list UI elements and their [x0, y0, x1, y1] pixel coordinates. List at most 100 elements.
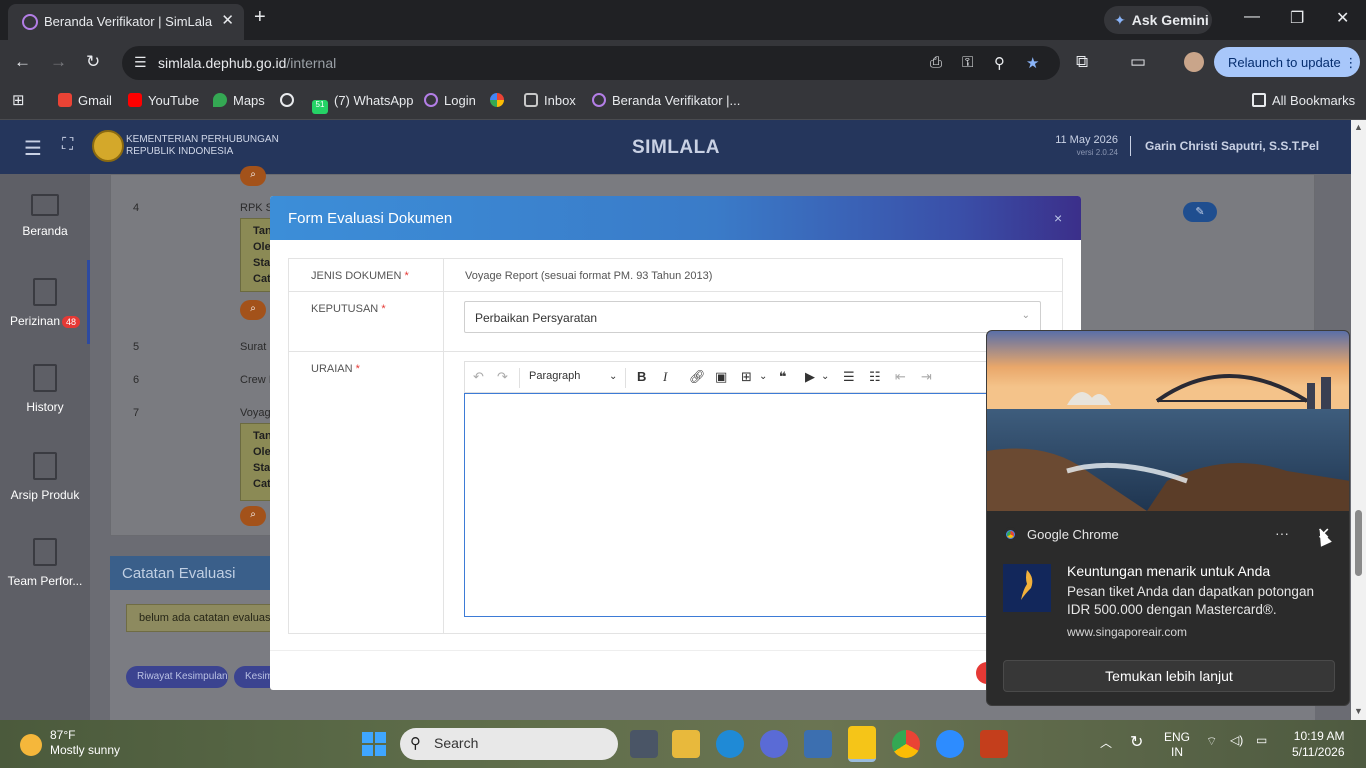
edit-button[interactable]: ✎ [1183, 202, 1217, 222]
site-info-icon[interactable]: ☰ [134, 54, 147, 71]
sidebar-item-arsip[interactable]: Arsip Produk [0, 452, 90, 502]
sidebar-item-perizinan[interactable]: Perizinan 48 [0, 278, 90, 328]
more-options-icon[interactable]: ··· [1275, 525, 1289, 541]
show-hidden-icons[interactable]: ︿ [1100, 734, 1112, 751]
tab-close-icon[interactable]: ✕ [221, 11, 234, 29]
modal-close-icon[interactable]: × [1054, 210, 1062, 226]
extensions-icon[interactable]: ⧉ [1076, 52, 1088, 72]
app-header: ☰ ⛶ KEMENTERIAN PERHUBUNGAN REPUBLIK INDO… [0, 120, 1351, 174]
link-icon[interactable]: 🔗︎ [689, 369, 706, 385]
outdent-icon[interactable]: ⇤ [895, 369, 906, 385]
sidebar-item-beranda[interactable]: Beranda [0, 194, 90, 238]
scroll-thumb[interactable] [1355, 510, 1362, 576]
edge-icon[interactable] [716, 730, 744, 758]
install-app-icon[interactable]: ⎙ [930, 54, 942, 71]
forward-icon[interactable]: → [50, 52, 67, 72]
bookmark-label: (7) WhatsApp [334, 93, 414, 108]
minimize-icon[interactable]: — [1244, 8, 1260, 26]
all-bookmarks[interactable]: All Bookmarks [1252, 93, 1355, 108]
back-icon[interactable]: ← [14, 52, 31, 72]
format-label: Paragraph [529, 370, 581, 382]
media-embed-icon[interactable]: ▶ [805, 369, 815, 385]
chrome-taskbar-icon[interactable] [892, 730, 920, 758]
insert-image-icon[interactable]: ▣ [715, 369, 727, 385]
bookmark-youtube[interactable]: YouTube [128, 93, 199, 108]
reload-icon[interactable]: ↻ [86, 52, 100, 72]
new-tab-icon[interactable]: + [254, 6, 266, 29]
url-text: simlala.dephub.go.id/internal [158, 55, 336, 71]
bookmark-star-icon[interactable]: ★ [1026, 54, 1039, 72]
more-menu-icon: ⋮ [1344, 55, 1358, 70]
bookmark-gmail[interactable]: Gmail [58, 93, 112, 108]
redo-icon[interactable]: ↷ [497, 369, 508, 385]
bookmark-login[interactable]: Login [424, 93, 476, 108]
required-mark: * [404, 270, 409, 282]
scroll-down-icon[interactable]: ▼ [1354, 706, 1363, 716]
airline-bird-icon [1021, 570, 1033, 600]
riwayat-kesimpulan-button[interactable]: Riwayat Kesimpulan [126, 666, 228, 688]
undo-icon[interactable]: ↶ [473, 369, 484, 385]
indent-icon[interactable]: ⇥ [921, 369, 932, 385]
volume-icon[interactable]: ◁) [1230, 733, 1243, 747]
app-icon[interactable] [760, 730, 788, 758]
keputusan-select[interactable]: Perbaikan Persyaratan ⌄ [464, 301, 1041, 333]
file-explorer-icon[interactable] [672, 730, 700, 758]
maps-pin-icon [213, 93, 227, 107]
profile-avatar[interactable] [1184, 52, 1204, 72]
scroll-up-icon[interactable]: ▲ [1354, 122, 1363, 132]
zoom-icon[interactable]: ⚲ [994, 54, 1005, 72]
italic-icon[interactable]: I [663, 369, 667, 385]
temukan-lebih-lanjut-button[interactable]: Temukan lebih lanjut [1003, 660, 1335, 692]
relaunch-button[interactable]: Relaunch to update ⋮ [1214, 47, 1360, 77]
cast-icon[interactable]: ▭ [1130, 52, 1146, 72]
blockquote-icon[interactable]: ❝ [779, 369, 787, 385]
page-scrollbar[interactable]: ▲ ▼ [1351, 120, 1366, 720]
numbered-list-icon[interactable]: ☷ [869, 369, 881, 385]
notification-site: www.singaporeair.com [1067, 625, 1188, 639]
bookmark-whatsapp[interactable]: 51 (7) WhatsApp [312, 93, 413, 114]
bookmark-maps[interactable]: Maps [213, 93, 265, 108]
battery-icon[interactable]: ▭ [1256, 733, 1267, 747]
search-button[interactable]: ⌕ [240, 166, 266, 186]
bookmark-label: YouTube [148, 93, 200, 108]
task-view-icon[interactable] [630, 730, 658, 758]
search-button[interactable]: ⌕ [240, 300, 266, 320]
wifi-icon[interactable]: ⌔ [1206, 734, 1217, 749]
taskbar-search[interactable]: ⚲ Search [400, 728, 618, 760]
window-close-icon[interactable]: ✕ [1336, 8, 1349, 28]
zoom-app-icon[interactable] [936, 730, 964, 758]
start-button[interactable] [362, 732, 386, 756]
org-line-1: KEMENTERIAN PERHUBUNGAN [126, 134, 279, 145]
restore-icon[interactable]: ❐ [1290, 8, 1304, 28]
bold-icon[interactable]: B [637, 369, 646, 384]
apps-grid-icon[interactable]: ⊞ [12, 91, 25, 109]
search-button[interactable]: ⌕ [240, 506, 266, 526]
taskbar-clock[interactable]: 10:19 AM 5/11/2026 [1292, 728, 1345, 760]
fullscreen-icon[interactable]: ⛶ [62, 136, 73, 154]
bookmark-beranda[interactable]: Beranda Verifikator |... [592, 93, 740, 108]
password-key-icon[interactable]: ⚿ [962, 54, 973, 71]
sidebar-item-team[interactable]: Team Perfor... [0, 538, 90, 588]
bookmark-photos[interactable] [490, 93, 510, 108]
bookmark-inbox[interactable]: Inbox [524, 93, 576, 108]
bulleted-list-icon[interactable]: ☰ [843, 369, 855, 385]
bookmark-globe[interactable] [280, 93, 300, 108]
hamburger-menu-icon[interactable]: ☰ [24, 136, 42, 161]
gemini-label: Ask Gemini [1131, 12, 1209, 28]
address-bar[interactable]: ☰ simlala.dephub.go.id/internal ⎙ ⚿ ⚲ ★ [122, 46, 1060, 80]
powerpoint-icon[interactable] [980, 730, 1008, 758]
paragraph-format-dropdown[interactable]: Paragraph [529, 370, 580, 382]
chrome-notification: Google Chrome ··· ✕ Keuntungan menarik u… [986, 330, 1350, 706]
uraian-editor[interactable] [464, 393, 1041, 617]
table-icon[interactable]: ⊞ [741, 369, 752, 385]
browser-tab[interactable]: Beranda Verifikator | SimLala ✕ [8, 4, 244, 40]
sync-icon[interactable]: ↻ [1130, 732, 1143, 752]
ask-gemini-button[interactable]: ✦ Ask Gemini [1104, 6, 1212, 34]
user-name[interactable]: Garin Christi Saputri, S.S.T.Pel [1145, 139, 1319, 153]
sidebar-item-history[interactable]: History [0, 364, 90, 414]
sticky-notes-icon[interactable] [848, 726, 876, 762]
camera-icon[interactable] [804, 730, 832, 758]
version-text: versi 2.0.24 [1076, 148, 1118, 157]
language-indicator[interactable]: ENG IN [1164, 730, 1190, 760]
clock-time: 10:19 AM [1293, 729, 1345, 743]
